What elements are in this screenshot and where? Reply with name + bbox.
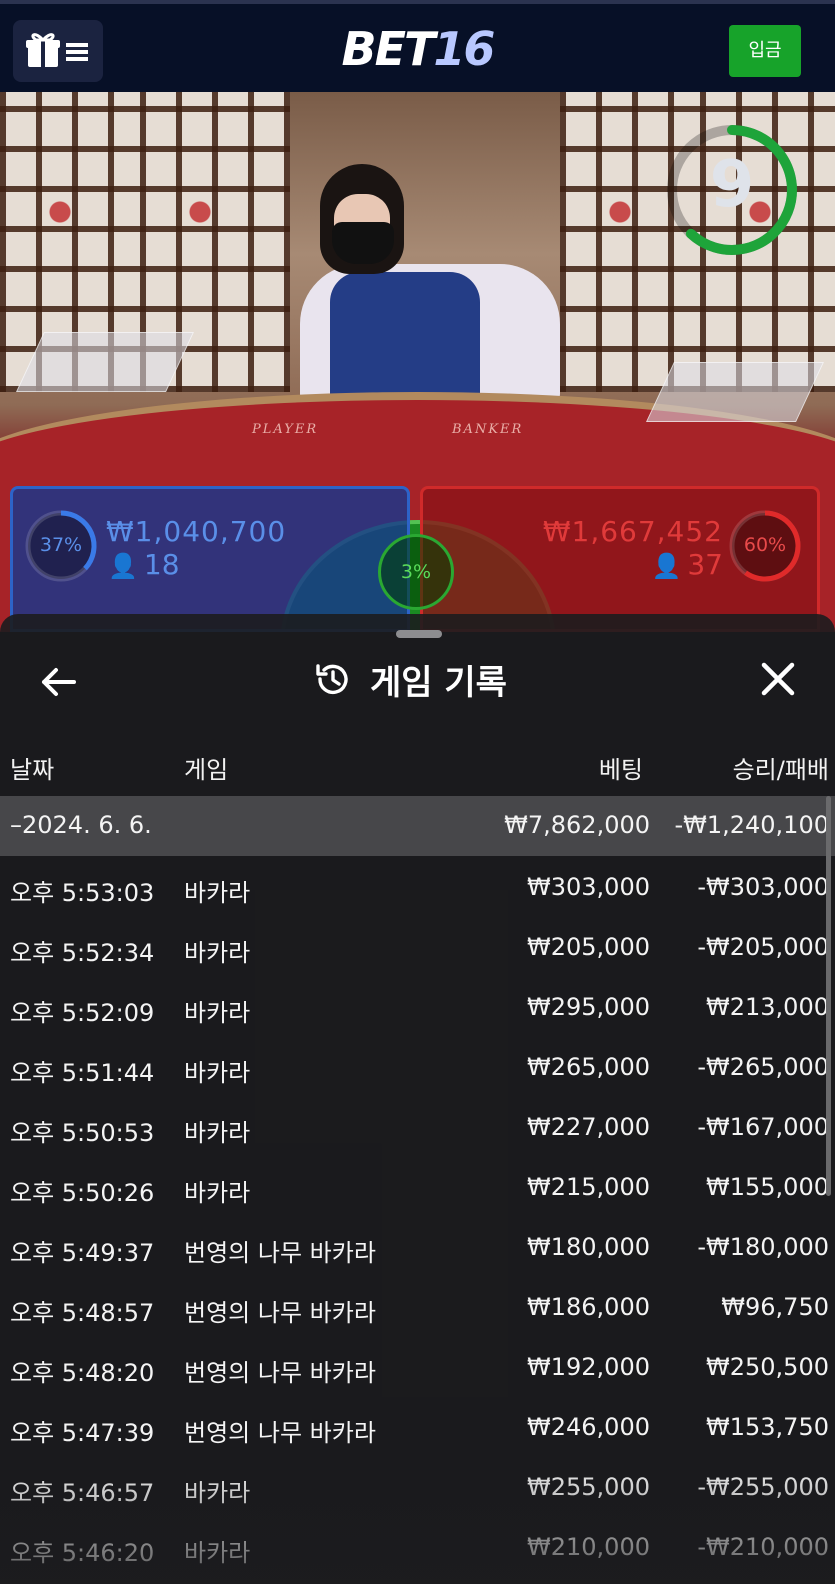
row-bet: ₩227,000	[527, 1113, 650, 1141]
back-arrow-icon[interactable]	[38, 662, 78, 702]
row-result: ₩96,750	[721, 1293, 829, 1321]
row-time: 오후 5:50:26	[10, 1179, 155, 1207]
row-time: 오후 5:52:34	[10, 939, 155, 967]
banker-bet-amount: ₩1,667,452	[542, 515, 723, 548]
felt-label-player: PLAYER	[252, 422, 319, 437]
player-count-value: 18	[143, 548, 180, 581]
row-game: 번영의 나무 바카라	[184, 1299, 376, 1327]
dealer-vest	[330, 272, 480, 402]
row-game: 번영의 나무 바카라	[184, 1419, 376, 1447]
scrollbar[interactable]	[826, 796, 831, 1196]
player-bettor-count: 👤 18	[108, 548, 180, 581]
column-header-game[interactable]: 게임	[184, 750, 228, 785]
game-history-sheet: 게임 기록 날짜 게임 베팅 승리/패배 –2024. 6. 6. ₩7,862…	[0, 614, 835, 1584]
player-bet-amount: ₩1,040,700	[106, 515, 287, 548]
close-icon[interactable]	[758, 659, 798, 699]
history-icon	[316, 664, 348, 695]
brand-logo[interactable]: BET16	[0, 22, 835, 76]
group-bet-total: ₩7,862,000	[504, 811, 650, 839]
row-game: 바카라	[184, 1179, 251, 1207]
row-time: 오후 5:53:03	[10, 879, 155, 907]
group-result-total: -₩1,240,100	[674, 811, 829, 839]
row-bet: ₩303,000	[527, 873, 650, 901]
row-time: 오후 5:48:20	[10, 1359, 155, 1387]
card-shoe	[16, 332, 194, 392]
row-bet: ₩215,000	[527, 1173, 650, 1201]
bottom-fade	[0, 1460, 835, 1584]
user-icon: 👤	[651, 552, 682, 580]
drag-handle[interactable]	[396, 630, 442, 638]
column-header-result[interactable]: 승리/패배	[733, 750, 829, 785]
row-bet: ₩180,000	[527, 1233, 650, 1261]
row-result: ₩153,750	[706, 1413, 829, 1441]
sheet-header: 게임 기록	[312, 654, 507, 704]
row-game: 번영의 나무 바카라	[184, 1359, 376, 1387]
sheet-title: 게임 기록	[370, 662, 507, 703]
banker-bettor-count: 👤 37	[651, 548, 723, 581]
group-date: –2024. 6. 6.	[10, 811, 152, 839]
row-result: -₩303,000	[697, 873, 829, 901]
row-result: -₩167,000	[697, 1113, 829, 1141]
row-bet: ₩295,000	[527, 993, 650, 1021]
history-row[interactable]: 오후 5:50:26 바카라 ₩215,000 ₩155,000	[0, 1158, 835, 1218]
row-time: 오후 5:47:39	[10, 1419, 155, 1447]
row-result: ₩213,000	[706, 993, 829, 1021]
history-row[interactable]: 오후 5:52:34 바카라 ₩205,000 -₩205,000	[0, 918, 835, 978]
top-bar: BET16 입금	[0, 0, 835, 92]
row-result: -₩205,000	[697, 933, 829, 961]
countdown-timer: 9	[709, 148, 755, 222]
banker-count-value: 37	[687, 548, 723, 581]
logo-text-bet: BET	[341, 22, 436, 76]
history-row[interactable]: 오후 5:51:44 바카라 ₩265,000 -₩265,000	[0, 1038, 835, 1098]
row-game: 바카라	[184, 999, 251, 1027]
date-group-row[interactable]: –2024. 6. 6. ₩7,862,000 -₩1,240,100	[0, 796, 835, 856]
row-time: 오후 5:52:09	[10, 999, 155, 1027]
deposit-button[interactable]: 입금	[729, 25, 801, 77]
row-game: 바카라	[184, 879, 251, 907]
logo-text-number: 16	[433, 22, 495, 76]
discard-tray	[646, 362, 824, 422]
player-percent: 37%	[39, 534, 83, 556]
history-row[interactable]: 오후 5:52:09 바카라 ₩295,000 ₩213,000	[0, 978, 835, 1038]
row-time: 오후 5:51:44	[10, 1059, 155, 1087]
user-icon: 👤	[108, 552, 138, 580]
row-bet: ₩205,000	[527, 933, 650, 961]
row-result: ₩250,500	[706, 1353, 829, 1381]
row-time: 오후 5:48:57	[10, 1299, 155, 1327]
banker-percent: 60%	[743, 534, 787, 556]
history-row[interactable]: 오후 5:49:37 번영의 나무 바카라 ₩180,000 -₩180,000	[0, 1218, 835, 1278]
row-bet: ₩246,000	[527, 1413, 650, 1441]
row-bet: ₩265,000	[527, 1053, 650, 1081]
row-bet: ₩186,000	[527, 1293, 650, 1321]
app-root: { "header": { "logo_part1": "BET", "logo…	[0, 0, 835, 1584]
row-result: -₩265,000	[697, 1053, 829, 1081]
history-row[interactable]: 오후 5:53:03 바카라 ₩303,000 -₩303,000	[0, 858, 835, 918]
row-game: 번영의 나무 바카라	[184, 1239, 376, 1267]
felt-label-banker: BANKER	[452, 422, 524, 437]
row-game: 바카라	[184, 1059, 251, 1087]
dealer-mask	[332, 222, 394, 264]
row-time: 오후 5:49:37	[10, 1239, 155, 1267]
row-game: 바카라	[184, 939, 251, 967]
history-row[interactable]: 오후 5:50:53 바카라 ₩227,000 -₩167,000	[0, 1098, 835, 1158]
row-result: -₩180,000	[697, 1233, 829, 1261]
history-row[interactable]: 오후 5:48:20 번영의 나무 바카라 ₩192,000 ₩250,500	[0, 1338, 835, 1398]
history-row[interactable]: 오후 5:47:39 번영의 나무 바카라 ₩246,000 ₩153,750	[0, 1398, 835, 1458]
column-header-bet[interactable]: 베팅	[599, 750, 643, 785]
row-time: 오후 5:50:53	[10, 1119, 155, 1147]
row-bet: ₩192,000	[527, 1353, 650, 1381]
tie-percent: 3%	[400, 561, 432, 583]
history-row[interactable]: 오후 5:48:57 번영의 나무 바카라 ₩186,000 ₩96,750	[0, 1278, 835, 1338]
row-game: 바카라	[184, 1119, 251, 1147]
row-result: ₩155,000	[706, 1173, 829, 1201]
column-header-date[interactable]: 날짜	[10, 750, 54, 785]
